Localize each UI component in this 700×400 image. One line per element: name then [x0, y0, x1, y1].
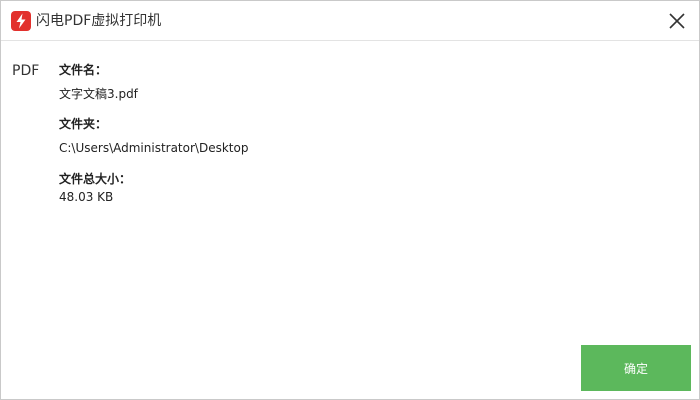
- window-title: 闪电PDF虚拟打印机: [36, 13, 162, 29]
- pdf-printer-dialog: 闪电PDF虚拟打印机 PDF 文件名： 文字文稿3.pdf 文件夹： C:\Us…: [0, 0, 700, 400]
- file-type-label: PDF: [12, 63, 40, 79]
- file-name-value: 文字文稿3.pdf: [59, 87, 138, 101]
- ok-button[interactable]: 确定: [581, 345, 691, 391]
- folder-label: 文件夹：: [59, 117, 108, 131]
- close-icon: [669, 13, 685, 29]
- file-name-label: 文件名：: [59, 63, 108, 77]
- title-bar: 闪电PDF虚拟打印机: [1, 1, 699, 41]
- folder-path-value: C:\Users\Administrator\Desktop: [59, 141, 249, 155]
- file-size-value: 48.03 KB: [59, 190, 114, 204]
- file-size-label: 文件总大小：: [59, 172, 132, 186]
- close-button[interactable]: [661, 5, 693, 37]
- lightning-pdf-logo-icon: [11, 11, 31, 31]
